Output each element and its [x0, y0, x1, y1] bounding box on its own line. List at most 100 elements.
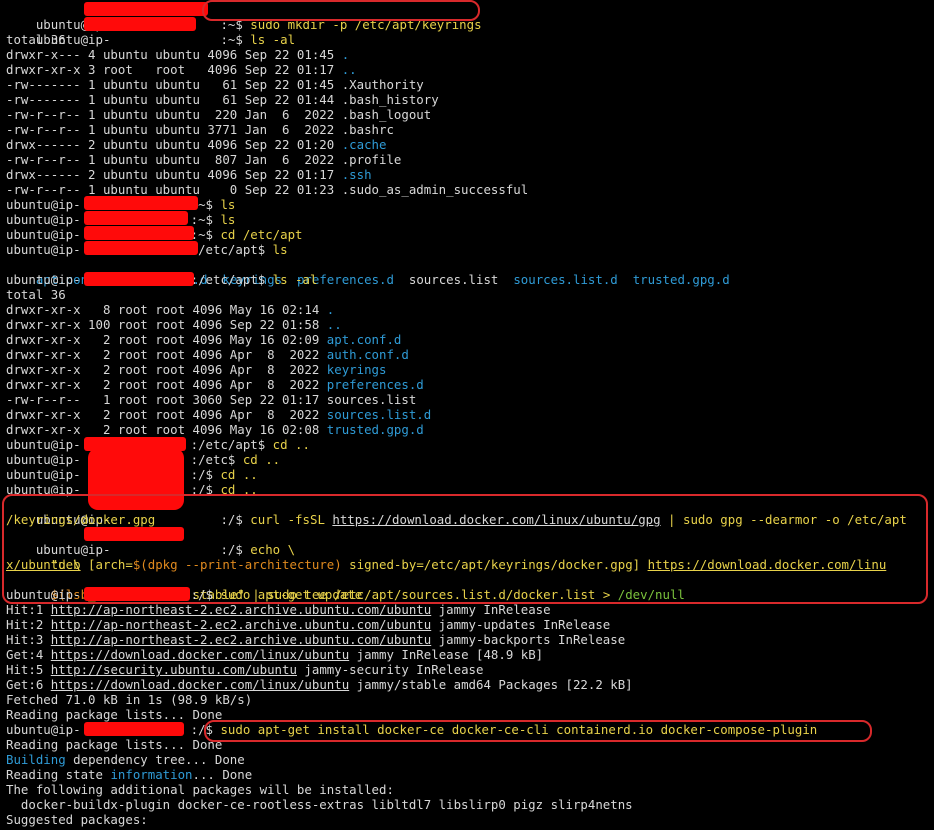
- file-meta: -rw-r--r-- 1 root root 3060 Sep 22 01:17: [6, 392, 327, 407]
- file-meta: drwx------ 2 ubuntu ubuntu 4096 Sep 22 0…: [6, 167, 342, 182]
- command-text: sudo apt-get install docker-ce docker-ce…: [220, 722, 818, 737]
- terminal-line: -rw-r--r-- 1 ubuntu ubuntu 220 Jan 6 202…: [6, 107, 431, 122]
- redaction-mark: [84, 272, 194, 286]
- terminal-line: Reading state information... Done: [6, 767, 252, 782]
- terminal-line: Reading package lists... Done: [6, 737, 223, 752]
- terminal-line: Hit:2 http://ap-northeast-2.ec2.archive.…: [6, 617, 610, 632]
- fetch-status: Hit:2: [6, 617, 51, 632]
- file-name: .bashrc: [341, 122, 394, 137]
- dir-name: apt.conf.d: [326, 332, 402, 347]
- terminal-line: -rw-r--r-- 1 ubuntu ubuntu 807 Jan 6 202…: [6, 152, 401, 167]
- terminal-line: Fetched 71.0 kB in 1s (98.9 kB/s): [6, 692, 253, 707]
- url-link[interactable]: https://download.docker.com/linux/ubuntu: [51, 647, 349, 662]
- file-meta: drwxr-x--- 4 ubuntu ubuntu 4096 Sep 22 0…: [6, 47, 342, 62]
- redaction-mark: [84, 2, 208, 16]
- file-meta: drwxr-xr-x 2 root root 4096 May 16 02:09: [6, 332, 327, 347]
- dir-name: ..: [341, 62, 357, 77]
- file-meta: drwx------ 2 ubuntu ubuntu 4096 Sep 22 0…: [6, 137, 342, 152]
- terminal-line: Hit:1 http://ap-northeast-2.ec2.archive.…: [6, 602, 551, 617]
- terminal-line: -rw------- 1 ubuntu ubuntu 61 Sep 22 01:…: [6, 92, 439, 107]
- url-link[interactable]: https://download.docker.com/linux/ubuntu…: [332, 512, 660, 527]
- prompt-path: :~$: [220, 32, 251, 47]
- command-args: --dearmor -o /etc/apt: [742, 512, 907, 527]
- terminal-line: drwxr-xr-x 100 root root 4096 Sep 22 01:…: [6, 317, 342, 332]
- prompt-user: ubuntu@ip-: [6, 467, 81, 482]
- prompt-path: :/$: [190, 482, 221, 497]
- url-link[interactable]: https://download.docker.com/linu: [648, 557, 887, 572]
- redaction-mark: [84, 196, 198, 210]
- file-meta: -rw------- 1 ubuntu ubuntu 61 Sep 22 01:…: [6, 92, 342, 107]
- terminal-line: Building dependency tree... Done: [6, 752, 245, 767]
- prompt-user: ubuntu@ip-: [6, 227, 81, 242]
- keyword-text: Building: [6, 752, 66, 767]
- url-link[interactable]: http://ap-northeast-2.ec2.archive.ubuntu…: [51, 602, 431, 617]
- terminal-line: drwx------ 2 ubuntu ubuntu 4096 Sep 22 0…: [6, 167, 372, 182]
- file-name: .sudo_as_admin_successful: [341, 182, 529, 197]
- repo-suite: jammy InRelease [48.9 kB]: [349, 647, 544, 662]
- terminal-line: drwxr-x--- 4 ubuntu ubuntu 4096 Sep 22 0…: [6, 47, 349, 62]
- file-meta: drwxr-xr-x 2 root root 4096 May 16 02:08: [6, 422, 327, 437]
- subshell-open: $(: [132, 557, 148, 572]
- prompt-user: ubuntu@ip-: [6, 452, 81, 467]
- command-text: ls: [220, 212, 236, 227]
- redaction-mark: [84, 226, 194, 240]
- terminal-line: Get:4 https://download.docker.com/linux/…: [6, 647, 543, 662]
- file-meta: drwxr-xr-x 100 root root 4096 Sep 22 01:…: [6, 317, 327, 332]
- url-link[interactable]: https://download.docker.com/linux/ubuntu: [51, 677, 349, 692]
- prompt-user: ubuntu@ip-: [6, 212, 81, 227]
- redaction-mark: [84, 587, 190, 601]
- file-meta: drwxr-xr-x 2 root root 4096 Apr 8 2022: [6, 362, 327, 377]
- command-text: sudo gpg: [682, 512, 743, 527]
- dir-name: keyrings: [326, 362, 387, 377]
- file-meta: -rw------- 1 ubuntu ubuntu 61 Sep 22 01:…: [6, 77, 342, 92]
- terminal-line: Suggested packages:: [6, 812, 148, 827]
- dir-name: sources.list.d: [326, 407, 432, 422]
- file-name: .Xauthority: [341, 77, 424, 92]
- prompt-path: :/etc/apt$: [190, 242, 273, 257]
- terminal-line: drwxr-xr-x 2 root root 4096 May 16 02:08…: [6, 422, 424, 437]
- terminal-line: total 36: [6, 287, 66, 302]
- terminal-line: drwxr-xr-x 8 root root 4096 May 16 02:14…: [6, 302, 334, 317]
- terminal-line: apt.conf.d auth.conf.d keyrings preferen…: [6, 257, 730, 287]
- terminal-line: drwxr-xr-x 2 root root 4096 Apr 8 2022 p…: [6, 377, 424, 392]
- command-text: cd ..: [272, 437, 310, 452]
- status-text: dependency tree... Done: [65, 752, 245, 767]
- command-args: -fsSL: [280, 512, 333, 527]
- file-meta: -rw-r--r-- 1 ubuntu ubuntu 807 Jan 6 202…: [6, 152, 342, 167]
- terminal-line: drwxr-xr-x 2 root root 4096 May 16 02:09…: [6, 332, 401, 347]
- terminal-line: /keyrings/docker.gpg: [6, 512, 156, 527]
- terminal-line: drwx------ 2 ubuntu ubuntu 4096 Sep 22 0…: [6, 137, 386, 152]
- command-text: ls -al: [250, 32, 296, 47]
- terminal-line: Get:6 https://download.docker.com/linux/…: [6, 677, 633, 692]
- repo-suite: jammy-updates InRelease: [431, 617, 611, 632]
- terminal-line: drwxr-xr-x 3 root root 4096 Sep 22 01:17…: [6, 62, 357, 77]
- repo-suite: jammy-security InRelease: [296, 662, 484, 677]
- terminal-line: drwxr-xr-x 2 root root 4096 Apr 8 2022 k…: [6, 362, 386, 377]
- null-device: /dev/null: [617, 587, 685, 602]
- file-name: sources.list: [408, 272, 499, 287]
- file-meta: -rw-r--r-- 1 ubuntu ubuntu 0 Sep 22 01:2…: [6, 182, 342, 197]
- command-text: ls -al: [272, 272, 318, 287]
- url-link[interactable]: x/ubuntu \: [6, 557, 81, 572]
- url-link[interactable]: http://security.ubuntu.com/ubuntu: [51, 662, 297, 677]
- prompt-path: :/etc/apt$: [190, 272, 273, 287]
- url-link[interactable]: http://ap-northeast-2.ec2.archive.ubuntu…: [51, 617, 431, 632]
- prompt-user: ubuntu@ip-: [6, 437, 81, 452]
- terminal-line: Hit:5 http://security.ubuntu.com/ubuntu …: [6, 662, 483, 677]
- prompt-user: ubuntu@ip-: [6, 482, 81, 497]
- terminal-line: total 36: [6, 32, 66, 47]
- dir-name: .cache: [341, 137, 387, 152]
- prompt-user: ubuntu@ip-: [6, 587, 81, 602]
- prompt-path: :/$: [220, 512, 251, 527]
- prompt-user: ubuntu@ip-: [6, 722, 81, 737]
- file-meta: -rw-r--r-- 1 ubuntu ubuntu 220 Jan 6 202…: [6, 107, 342, 122]
- prompt-path: :/$: [190, 467, 221, 482]
- redaction-mark: [84, 527, 184, 541]
- terminal-line: drwxr-xr-x 2 root root 4096 Apr 8 2022 s…: [6, 407, 431, 422]
- url-link[interactable]: http://ap-northeast-2.ec2.archive.ubuntu…: [51, 632, 431, 647]
- terminal-line: -rw-r--r-- 1 ubuntu ubuntu 3771 Jan 6 20…: [6, 122, 394, 137]
- terminal-line: -rw-r--r-- 1 ubuntu ubuntu 0 Sep 22 01:2…: [6, 182, 528, 197]
